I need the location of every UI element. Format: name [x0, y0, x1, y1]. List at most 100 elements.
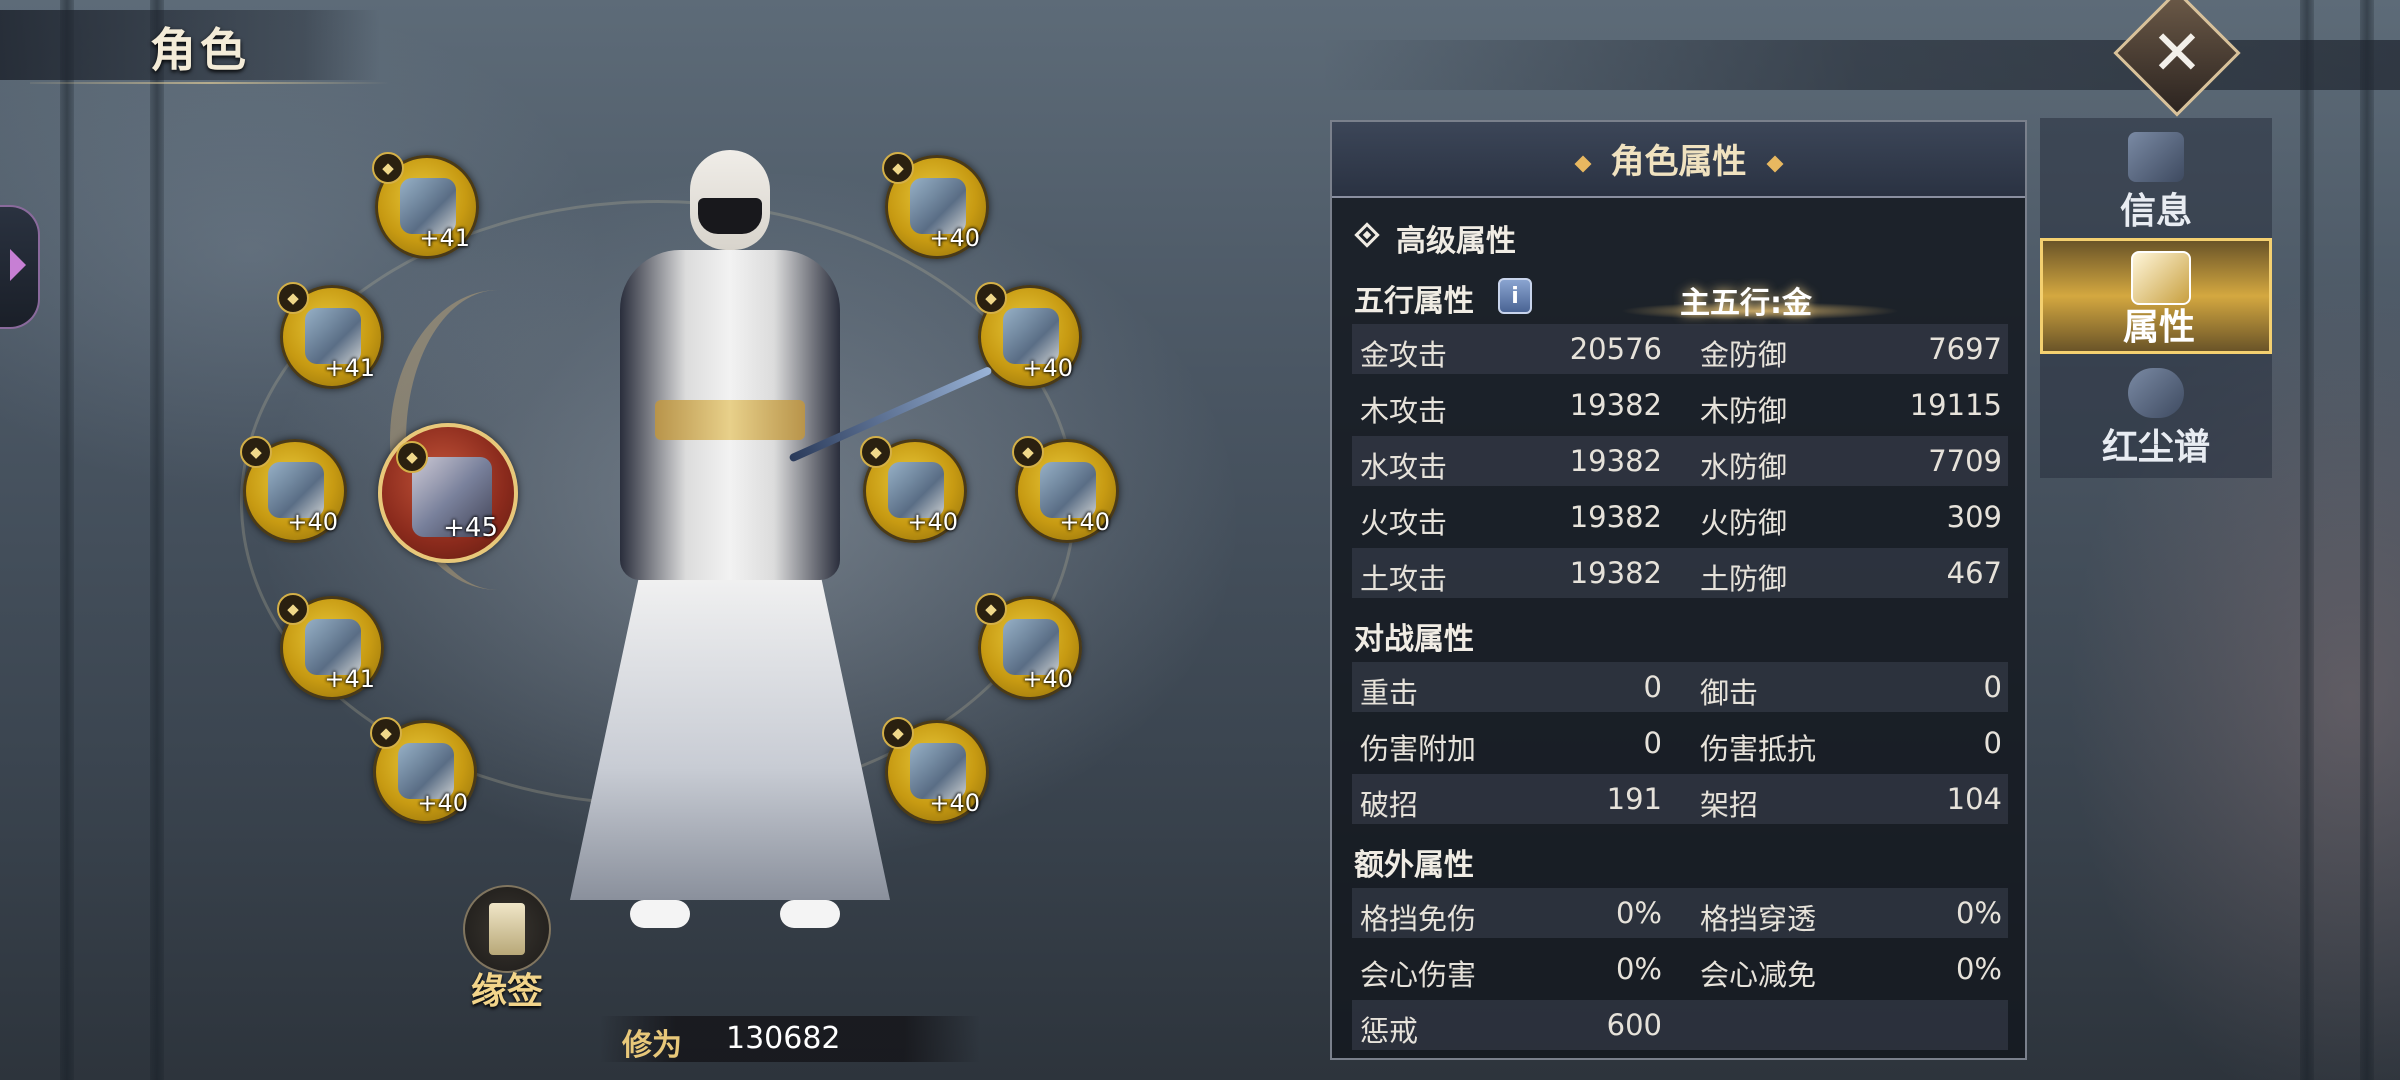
- profile-card-icon: [2131, 251, 2191, 305]
- stat-label: 架招: [1700, 788, 1759, 822]
- bonus-badge-icon: ◆: [396, 441, 428, 473]
- equip-slot-belt[interactable]: ◆ +40: [1012, 436, 1119, 543]
- tab-label: 属性: [2122, 307, 2195, 348]
- equip-slot-pendant[interactable]: ◆ +41: [277, 593, 384, 700]
- enhance-level: +40: [1059, 508, 1110, 536]
- header-divider: [30, 82, 390, 84]
- character-model[interactable]: [560, 140, 890, 940]
- bamboo-decoration: [150, 0, 164, 1080]
- enhance-level: +40: [417, 789, 468, 817]
- cultivation-label: 修为: [622, 1028, 682, 1063]
- stat-label: 会心伤害: [1360, 958, 1477, 992]
- stat-label: 火攻击: [1360, 506, 1448, 540]
- equip-slot-amulet[interactable]: ◆ +40: [370, 717, 477, 824]
- stat-value: 0%: [1615, 952, 1662, 986]
- stat-value: 7709: [1928, 444, 2002, 478]
- stat-value: 19382: [1569, 500, 1662, 534]
- stat-label: 御击: [1700, 676, 1759, 710]
- main-element: 主五行:金: [1680, 286, 1812, 321]
- stat-value: 7697: [1928, 332, 2002, 366]
- enhance-level: +40: [907, 508, 958, 536]
- stat-value: 0: [1643, 670, 1662, 704]
- bamboo-decoration: [2360, 0, 2374, 1080]
- stat-value: 19115: [1909, 388, 2002, 422]
- stat-row: 惩戒 600: [1352, 1000, 2008, 1050]
- character-mask: [698, 198, 762, 234]
- yuanqian-label[interactable]: 缘签: [462, 962, 552, 1014]
- arrow-right-icon: [10, 249, 26, 281]
- stat-row: 火攻击 19382 火防御 309: [1352, 492, 2008, 542]
- stat-value: 191: [1606, 782, 1662, 816]
- enhance-level: +41: [419, 224, 470, 252]
- stat-label: 土防御: [1700, 562, 1788, 596]
- stat-label: 土攻击: [1360, 562, 1448, 596]
- diamond-icon: [1574, 155, 1591, 172]
- info-button[interactable]: i: [1498, 278, 1532, 314]
- panel-title-wrap: 角色属性: [1332, 134, 2025, 183]
- equip-slot-shoulder[interactable]: ◆ +40: [975, 282, 1082, 389]
- stat-row: 水攻击 19382 水防御 7709: [1352, 436, 2008, 486]
- fortune-sticks-icon[interactable]: [463, 885, 551, 973]
- bamboo-decoration: [2300, 0, 2314, 1080]
- bonus-badge-icon: ◆: [240, 436, 272, 468]
- bonus-badge-icon: ◆: [277, 282, 309, 314]
- enhance-level: +40: [1022, 665, 1073, 693]
- stat-value: 467: [1946, 556, 2002, 590]
- enhance-level: +40: [929, 224, 980, 252]
- enhance-level: +41: [324, 665, 375, 693]
- stat-value: 19382: [1569, 444, 1662, 478]
- equip-slot-weapon[interactable]: ◆ +45: [378, 423, 518, 563]
- enhance-level: +40: [1022, 354, 1073, 382]
- character-feet: [630, 900, 840, 930]
- equip-slot-bracelet[interactable]: ◆ +41: [372, 152, 479, 259]
- bonus-badge-icon: ◆: [975, 282, 1007, 314]
- equip-slot-necklace[interactable]: ◆ +40: [240, 436, 347, 543]
- stat-row: 格挡免伤 0% 格挡穿透 0%: [1352, 888, 2008, 938]
- equip-slot-helmet[interactable]: ◆ +40: [882, 152, 989, 259]
- stat-value: 19382: [1569, 556, 1662, 590]
- stat-label: 破招: [1360, 788, 1419, 822]
- stat-value: 104: [1946, 782, 2002, 816]
- stat-label: 水防御: [1700, 450, 1788, 484]
- tab-hongchenpu[interactable]: 红尘谱: [2040, 358, 2272, 474]
- stat-label: 会心减免: [1700, 958, 1817, 992]
- stat-row: 会心伤害 0% 会心减免 0%: [1352, 944, 2008, 994]
- bonus-badge-icon: ◆: [975, 593, 1007, 625]
- page-title: 角色: [150, 23, 250, 77]
- stat-value: 600: [1606, 1008, 1662, 1042]
- cloud-icon: [2128, 368, 2184, 418]
- stat-label: 水攻击: [1360, 450, 1448, 484]
- stat-row: 金攻击 20576 金防御 7697: [1352, 324, 2008, 374]
- stat-row: 破招 191 架招 104: [1352, 774, 2008, 824]
- enhance-level: +41: [324, 354, 375, 382]
- equip-slot-ring[interactable]: ◆ +41: [277, 282, 384, 389]
- stat-value: 0%: [1955, 952, 2002, 986]
- stat-row: 伤害附加 0 伤害抵抗 0: [1352, 718, 2008, 768]
- stat-label: 金攻击: [1360, 338, 1448, 372]
- stat-value: 0: [1983, 726, 2002, 760]
- stat-row: 重击 0 御击 0: [1352, 662, 2008, 712]
- bonus-badge-icon: ◆: [372, 152, 404, 184]
- enhance-level: +40: [929, 789, 980, 817]
- stat-label: 金防御: [1700, 338, 1788, 372]
- stat-label: 木防御: [1700, 394, 1788, 428]
- stat-label: 木攻击: [1360, 394, 1448, 428]
- close-icon[interactable]: ✕: [2132, 8, 2222, 98]
- equip-slot-pants[interactable]: ◆ +40: [975, 593, 1082, 700]
- panel-title: 角色属性: [1610, 142, 1747, 182]
- bonus-badge-icon: ◆: [1012, 436, 1044, 468]
- tab-info[interactable]: 信息: [2040, 122, 2272, 238]
- side-expand-tab[interactable]: [0, 205, 40, 329]
- scroll-icon: [2128, 132, 2184, 182]
- tab-attributes[interactable]: 属性: [2040, 238, 2272, 354]
- tab-label: 红尘谱: [2101, 427, 2210, 468]
- stat-label: 伤害附加: [1360, 732, 1477, 766]
- stat-label: 伤害抵抗: [1700, 732, 1817, 766]
- stat-label: 重击: [1360, 676, 1419, 710]
- equip-slot-boots[interactable]: ◆ +40: [882, 717, 989, 824]
- page-header: 角色: [0, 0, 400, 90]
- panel-header: 角色属性: [1332, 122, 2025, 198]
- character-robe: [570, 570, 890, 900]
- stat-label: 火防御: [1700, 506, 1788, 540]
- stat-row: 土攻击 19382 土防御 467: [1352, 548, 2008, 598]
